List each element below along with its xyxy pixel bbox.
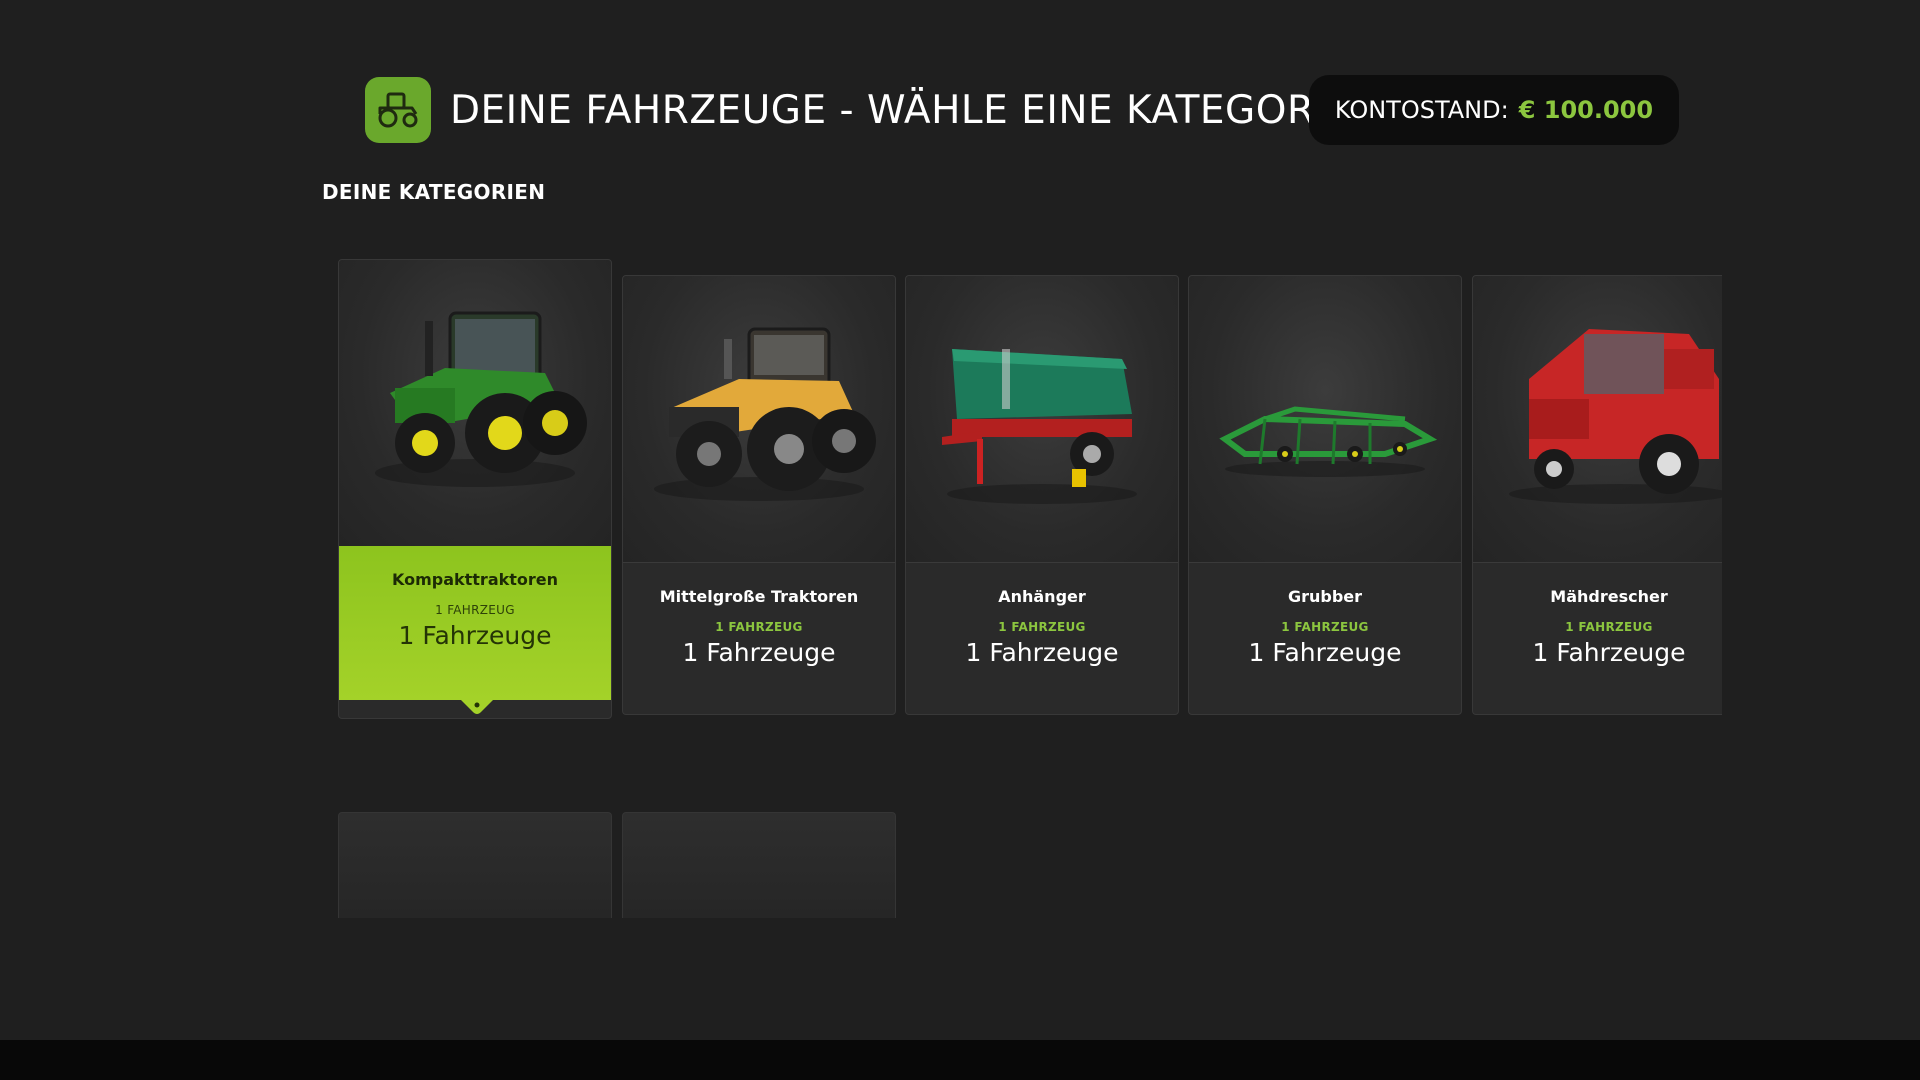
category-count: 1 Fahrzeuge	[1532, 638, 1686, 667]
category-info: Grubber 1 FAHRZEUG 1 Fahrzeuge	[1189, 562, 1461, 714]
section-title: DEINE KATEGORIEN	[322, 180, 546, 204]
category-card-placeholder[interactable]	[622, 812, 896, 918]
account-balance: KONTOSTAND: € 100.000	[1309, 75, 1679, 145]
category-info: Mähdrescher 1 FAHRZEUG 1 Fahrzeuge	[1473, 562, 1722, 714]
category-count: 1 Fahrzeuge	[682, 638, 836, 667]
balance-value: € 100.000	[1518, 96, 1654, 124]
medium-tractor-image	[623, 276, 895, 562]
category-card-compact-tractors[interactable]: Kompakttraktoren 1 FAHRZEUG 1 Fahrzeuge	[338, 259, 612, 719]
category-info: Anhänger 1 FAHRZEUG 1 Fahrzeuge	[906, 562, 1178, 714]
tractor-icon	[365, 77, 431, 143]
page-title: DEINE FAHRZEUGE - WÄHLE EINE KATEGORIE	[450, 88, 1352, 133]
category-name: Mähdrescher	[1550, 587, 1668, 606]
category-count-label: 1 FAHRZEUG	[715, 620, 803, 634]
bottom-bar	[0, 1040, 1920, 1080]
category-count-label: 1 FAHRZEUG	[435, 603, 515, 617]
balance-label: KONTOSTAND:	[1334, 96, 1509, 124]
category-card-trailers[interactable]: Anhänger 1 FAHRZEUG 1 Fahrzeuge	[905, 275, 1179, 715]
category-name: Anhänger	[998, 587, 1086, 606]
category-count-label: 1 FAHRZEUG	[1565, 620, 1653, 634]
category-name: Grubber	[1287, 587, 1363, 606]
combine-harvester-image	[1473, 276, 1722, 562]
category-grid: Kompakttraktoren 1 FAHRZEUG 1 Fahrzeuge	[338, 255, 1722, 975]
category-count: 1 Fahrzeuge	[1248, 638, 1402, 667]
category-card-combine-harvesters[interactable]: Mähdrescher 1 FAHRZEUG 1 Fahrzeuge	[1472, 275, 1722, 715]
trailer-image	[906, 276, 1178, 562]
category-card-cultivators[interactable]: Grubber 1 FAHRZEUG 1 Fahrzeuge	[1188, 275, 1462, 715]
category-info: Mittelgroße Traktoren 1 FAHRZEUG 1 Fahrz…	[623, 562, 895, 714]
category-name: Mittelgroße Traktoren	[659, 587, 859, 606]
category-card-medium-tractors[interactable]: Mittelgroße Traktoren 1 FAHRZEUG 1 Fahrz…	[622, 275, 896, 715]
category-count: 1 Fahrzeuge	[398, 621, 552, 650]
category-card-placeholder[interactable]	[338, 812, 612, 918]
cultivator-image	[1189, 276, 1461, 562]
compact-tractor-image	[339, 260, 611, 546]
category-count-label: 1 FAHRZEUG	[1281, 620, 1369, 634]
category-count-label: 1 FAHRZEUG	[998, 620, 1086, 634]
category-info: Kompakttraktoren 1 FAHRZEUG 1 Fahrzeuge	[339, 546, 611, 700]
category-count: 1 Fahrzeuge	[965, 638, 1119, 667]
category-name: Kompakttraktoren	[391, 570, 559, 589]
selection-indicator-icon	[461, 700, 493, 714]
